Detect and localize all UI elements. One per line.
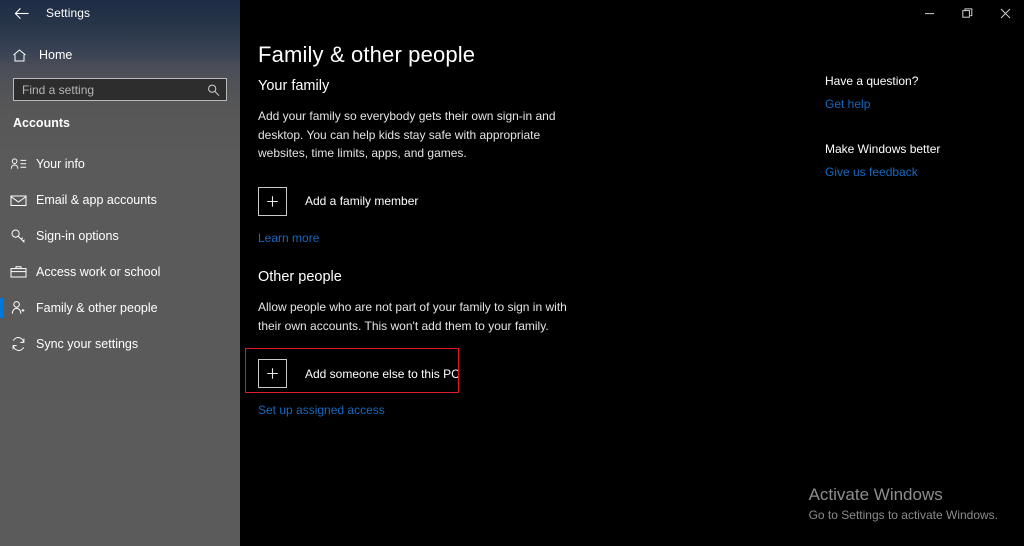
plus-icon — [258, 186, 287, 216]
close-icon[interactable] — [986, 0, 1024, 26]
section-heading: Other people — [258, 269, 342, 285]
sidebar-item-your-info[interactable]: Your info — [0, 146, 240, 182]
sidebar-home-label: Home — [39, 48, 73, 62]
get-help-link[interactable]: Get help — [825, 97, 870, 111]
title-bar: Settings — [0, 0, 1024, 26]
mail-icon — [0, 194, 36, 207]
set-up-assigned-access-link[interactable]: Set up assigned access — [258, 403, 385, 417]
section-heading: Your family — [258, 78, 330, 94]
key-icon — [0, 228, 36, 245]
sidebar-section-label: Accounts — [13, 116, 70, 130]
selection-accent — [0, 190, 3, 210]
sidebar-item-email-app-accounts[interactable]: Email & app accounts — [0, 182, 240, 218]
back-arrow-icon[interactable] — [0, 0, 44, 26]
section-description: Add your family so everybody gets their … — [258, 109, 556, 160]
search-input[interactable] — [14, 79, 226, 100]
selection-accent — [0, 154, 3, 174]
briefcase-icon — [0, 265, 36, 279]
sidebar-item-home[interactable]: Home — [0, 42, 240, 68]
settings-window: Home Accounts — [0, 0, 1024, 546]
sidebar-item-label: Sign-in options — [36, 229, 119, 243]
watermark-title: Activate Windows — [808, 485, 943, 504]
sync-icon — [0, 336, 36, 352]
restore-icon[interactable] — [948, 0, 986, 26]
sidebar-item-label: Access work or school — [36, 265, 161, 279]
window-controls — [910, 0, 1024, 26]
sidebar-item-label: Sync your settings — [36, 337, 139, 351]
selection-accent — [0, 226, 3, 246]
have-a-question-block: Have a question? Get help — [825, 74, 1015, 113]
sidebar-item-access-work-or-school[interactable]: Access work or school — [0, 254, 240, 290]
plus-icon — [258, 359, 287, 388]
sidebar-item-label: Your info — [36, 157, 85, 171]
right-info-panel: Have a question? Get help Make Windows b… — [825, 74, 1015, 210]
window-title: Settings — [46, 6, 91, 20]
search-container — [13, 78, 227, 101]
better-heading: Make Windows better — [825, 142, 941, 156]
your-family-section: Your family Add your family so everybody… — [258, 78, 588, 247]
people-icon — [0, 300, 36, 316]
learn-more-link[interactable]: Learn more — [258, 231, 319, 245]
add-family-member-label: Add a family member — [305, 194, 419, 208]
home-icon — [2, 48, 36, 63]
other-people-section: Other people Allow people who are not pa… — [258, 269, 588, 419]
activation-watermark: Activate Windows Go to Settings to activ… — [809, 484, 998, 524]
title-bar-left: Settings — [0, 0, 240, 26]
main-content: Family & other people Your family Add yo… — [240, 26, 1024, 546]
user-info-icon — [0, 157, 36, 171]
minimize-icon[interactable] — [910, 0, 948, 26]
sidebar-item-label: Family & other people — [36, 301, 158, 315]
search-icon[interactable] — [207, 83, 220, 96]
page-title: Family & other people — [258, 42, 476, 67]
sidebar-item-family-other-people[interactable]: Family & other people — [0, 290, 240, 326]
sidebar: Home Accounts — [0, 0, 240, 546]
watermark-subtitle: Go to Settings to activate Windows. — [808, 508, 998, 522]
make-windows-better-block: Make Windows better Give us feedback — [825, 142, 1015, 181]
add-someone-else-button[interactable]: Add someone else to this PC — [258, 359, 588, 388]
selection-accent — [0, 298, 3, 318]
add-someone-else-label: Add someone else to this PC — [305, 366, 460, 381]
section-description: Allow people who are not part of your fa… — [258, 300, 567, 333]
selection-accent — [0, 262, 3, 282]
sidebar-nav: Your info Email & app accounts Sign-in o… — [0, 146, 240, 362]
give-us-feedback-link[interactable]: Give us feedback — [825, 165, 918, 179]
selection-accent — [0, 334, 3, 354]
add-family-member-button[interactable]: Add a family member — [258, 186, 588, 216]
sidebar-item-label: Email & app accounts — [36, 193, 157, 207]
sidebar-item-sync-your-settings[interactable]: Sync your settings — [0, 326, 240, 362]
search-box[interactable] — [13, 78, 227, 101]
question-heading: Have a question? — [825, 74, 919, 88]
sidebar-item-sign-in-options[interactable]: Sign-in options — [0, 218, 240, 254]
